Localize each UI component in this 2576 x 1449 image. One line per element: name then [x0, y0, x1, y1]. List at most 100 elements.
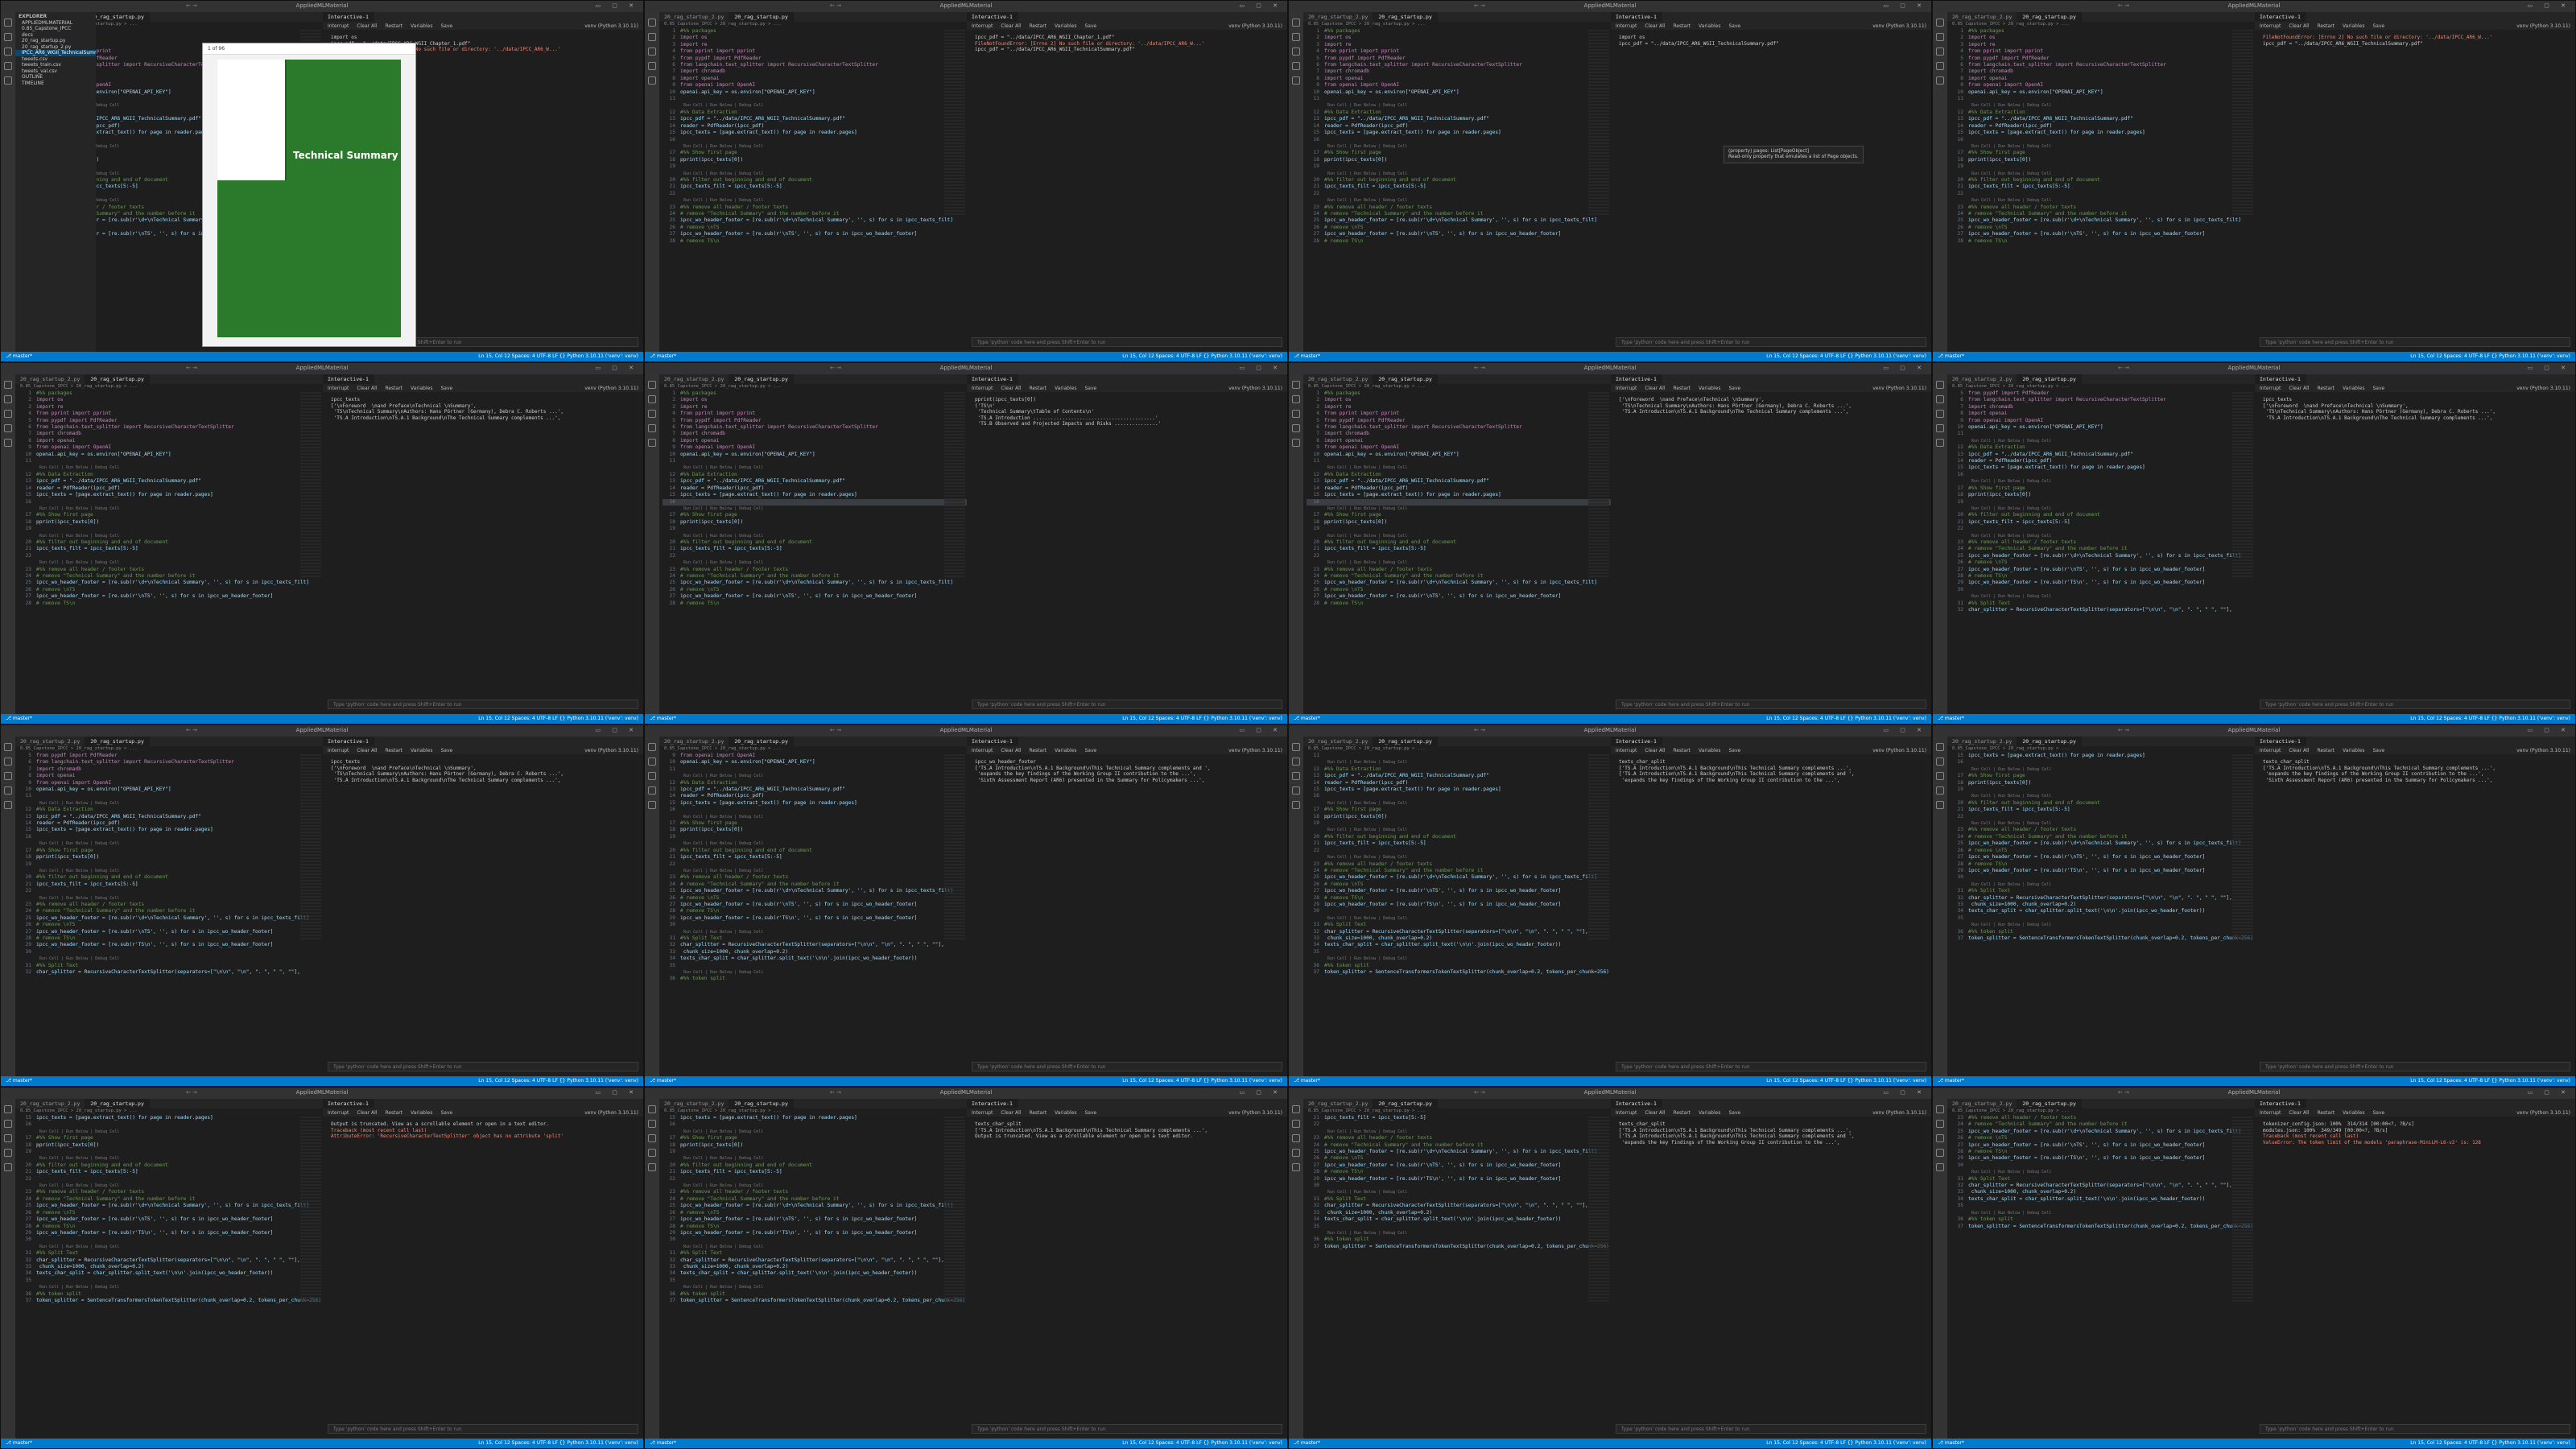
code-line[interactable]: 13ipcc_pdf = "../data/IPCC_AR6_WGII_Tech…: [1951, 452, 2255, 458]
code-line[interactable]: 17#%% Show first page: [1307, 150, 1611, 156]
code-line[interactable]: 15ipcc_texts = [page.extract_text() for …: [663, 800, 967, 807]
code-line[interactable]: 2import os: [1951, 35, 2255, 41]
explorer-item[interactable]: tweets_val.csv: [15, 68, 96, 75]
code-line[interactable]: 23#%% remove all header / footer texts: [663, 567, 967, 573]
restart-button[interactable]: Restart: [1673, 1110, 1690, 1116]
search-icon[interactable]: [1292, 758, 1300, 766]
explorer-icon[interactable]: [648, 1105, 656, 1113]
code-line[interactable]: 27ipcc_wo_header_footer = [re.sub(r'\nTS…: [1951, 567, 2255, 573]
explorer-icon[interactable]: [1936, 381, 1944, 389]
code-line[interactable]: 7import chromadb: [1951, 68, 2255, 75]
interrupt-button[interactable]: Interrupt: [2260, 1110, 2281, 1116]
code-line[interactable]: 8import openai: [1951, 411, 2255, 417]
interactive-input[interactable]: Type 'python' code here and press Shift+…: [972, 1424, 1282, 1434]
code-line[interactable]: 7import chromadb: [1307, 431, 1611, 437]
code-line[interactable]: 18pprint(ipcc_texts[0]): [663, 1142, 967, 1149]
code-line[interactable]: 28# remove TS\n: [1307, 895, 1611, 902]
cell-actions[interactable]: Run Cell | Run Below | Debug Cell: [1951, 922, 2255, 928]
code-line[interactable]: 25ipcc_wo_header_footer = [re.sub(r'\d+\…: [663, 888, 967, 894]
code-line[interactable]: 12#%% Data Extraction: [1951, 444, 2255, 451]
restart-button[interactable]: Restart: [1673, 23, 1690, 29]
extensions-icon[interactable]: [1936, 1163, 1944, 1171]
explorer-icon[interactable]: [4, 1105, 12, 1113]
cell-actions[interactable]: Run Cell | Run Below | Debug Cell: [663, 102, 967, 109]
code-line[interactable]: 17#%% Show first page: [1307, 512, 1611, 518]
code-line[interactable]: 17#%% Show first page: [1951, 773, 2255, 779]
code-line[interactable]: 23#%% remove all header / footer texts: [1307, 204, 1611, 211]
source-control-icon[interactable]: [4, 47, 12, 56]
variables-button[interactable]: Variables: [1055, 748, 1076, 753]
code-line[interactable]: 24# remove "Technical Summary" and the n…: [19, 908, 323, 914]
code-line[interactable]: 26# remove \nTS: [1307, 587, 1611, 593]
code-line[interactable]: 26# remove \nTS: [19, 1210, 323, 1216]
code-line[interactable]: 6from langchain.text_splitter import Rec…: [663, 62, 967, 68]
cell-actions[interactable]: Run Cell | Run Below | Debug Cell: [19, 1155, 323, 1162]
code-line[interactable]: 22: [663, 861, 967, 868]
code-line[interactable]: 17#%% Show first page: [1951, 485, 2255, 492]
code-line[interactable]: 14reader = PdfReader(ipcc_pdf): [19, 820, 323, 827]
restart-button[interactable]: Restart: [2317, 1110, 2334, 1116]
tab-interactive-1[interactable]: Interactive-1: [323, 374, 374, 384]
code-line[interactable]: 2import os: [663, 35, 967, 41]
window-controls-icon[interactable]: ▭ ▢ ✕: [2527, 727, 2570, 733]
cell-actions[interactable]: Run Cell | Run Below | Debug Cell: [1951, 533, 2255, 539]
code-editor[interactable]: 20_rag_startup_2.py 20_rag_startup.py 0.…: [1303, 1099, 1612, 1439]
save-button[interactable]: Save: [1084, 1110, 1096, 1116]
code-line[interactable]: 27ipcc_wo_header_footer = [re.sub(r'\nTS…: [1951, 231, 2255, 237]
code-line[interactable]: 22: [19, 553, 323, 559]
code-line[interactable]: 21ipcc_texts_filt = ipcc_texts[5:-5]: [1307, 1115, 1611, 1121]
code-line[interactable]: 28# remove TS\n: [1307, 238, 1611, 245]
restart-button[interactable]: Restart: [1029, 748, 1046, 753]
minimap[interactable]: [1588, 392, 1609, 577]
code-line[interactable]: 21ipcc_texts_filt = ipcc_texts[5:-5]: [19, 546, 323, 552]
code-editor[interactable]: 20_rag_startup_2.py 20_rag_startup.py 0.…: [1303, 12, 1612, 352]
code-line[interactable]: 25ipcc_wo_header_footer = [re.sub(r'\d+\…: [663, 580, 967, 586]
code-line[interactable]: 20#%% filter out beginning and end of do…: [663, 1162, 967, 1169]
extensions-icon[interactable]: [1292, 76, 1300, 85]
code-line[interactable]: 25ipcc_wo_header_footer = [re.sub(r'\d+\…: [1307, 217, 1611, 224]
cell-actions[interactable]: Run Cell | Run Below | Debug Cell: [1951, 171, 2255, 177]
code-line[interactable]: 5from pypdf import PdfReader: [19, 418, 323, 424]
cell-actions[interactable]: Run Cell | Run Below | Debug Cell: [1951, 506, 2255, 512]
restart-button[interactable]: Restart: [385, 23, 402, 29]
code-editor[interactable]: 20_rag_startup_2.py 20_rag_startup.py 0.…: [659, 737, 968, 1076]
code-line[interactable]: 3import re: [1307, 404, 1611, 411]
code-line[interactable]: 10openai.api_key = os.environ["OPENAI_AP…: [1951, 424, 2255, 431]
code-line[interactable]: 26# remove \nTS: [1307, 1155, 1611, 1162]
code-line[interactable]: 19: [19, 861, 323, 868]
code-line[interactable]: 19: [1307, 163, 1611, 170]
branch-status[interactable]: ⎇ master*: [650, 716, 676, 722]
code-line[interactable]: 28# remove TS\n: [1951, 238, 2255, 245]
minimap[interactable]: [2232, 30, 2253, 215]
kernel-picker[interactable]: venv (Python 3.10.11): [1228, 748, 1282, 753]
branch-status[interactable]: ⎇ master*: [6, 716, 32, 722]
interactive-input[interactable]: Type 'python' code here and press Shift+…: [2260, 1062, 2570, 1071]
code-line[interactable]: 15ipcc_texts = [page.extract_text() for …: [19, 827, 323, 833]
kernel-picker[interactable]: venv (Python 3.10.11): [1228, 1110, 1282, 1116]
code-line[interactable]: 19: [663, 163, 967, 170]
interrupt-button[interactable]: Interrupt: [1616, 386, 1637, 391]
editor-status[interactable]: Ln 15, Col 12 Spaces: 4 UTF-8 LF {} Pyth…: [1122, 353, 1282, 360]
code-line[interactable]: 27ipcc_wo_header_footer = [re.sub(r'\nTS…: [19, 1216, 323, 1223]
extensions-icon[interactable]: [4, 439, 12, 447]
code-editor[interactable]: 20_rag_startup_2.py 20_rag_startup.py 0.…: [1303, 737, 1612, 1076]
clear-all-button[interactable]: Clear All: [1645, 748, 1665, 753]
cell-actions[interactable]: Run Cell | Run Below | Debug Cell: [663, 1244, 967, 1250]
restart-button[interactable]: Restart: [2317, 748, 2334, 753]
tab-rag-startup[interactable]: 20_rag_startup.py: [1373, 374, 1438, 384]
code-line[interactable]: 27ipcc_wo_header_footer = [re.sub(r'\nTS…: [19, 929, 323, 935]
explorer-icon[interactable]: [648, 743, 656, 751]
run-debug-icon[interactable]: [1292, 424, 1300, 432]
interactive-input[interactable]: Type 'python' code here and press Shift+…: [972, 700, 1282, 709]
cell-actions[interactable]: Run Cell | Run Below | Debug Cell: [19, 533, 323, 539]
code-line[interactable]: 7import chromadb: [19, 431, 323, 437]
interactive-input[interactable]: Type 'python' code here and press Shift+…: [1616, 337, 1926, 347]
code-line[interactable]: 1#%% packages: [1307, 28, 1611, 35]
code-line[interactable]: 23#%% remove all header / footer texts: [663, 204, 967, 211]
code-line[interactable]: 16: [19, 1121, 323, 1128]
code-line[interactable]: 31 #%% Split Text: [1307, 922, 1611, 928]
explorer-icon[interactable]: [4, 743, 12, 751]
code-line[interactable]: 33 chunk_size=1000, chunk_overlap=0.2): [1307, 935, 1611, 942]
variables-button[interactable]: Variables: [1055, 1110, 1076, 1116]
kernel-picker[interactable]: venv (Python 3.10.11): [2516, 23, 2570, 29]
